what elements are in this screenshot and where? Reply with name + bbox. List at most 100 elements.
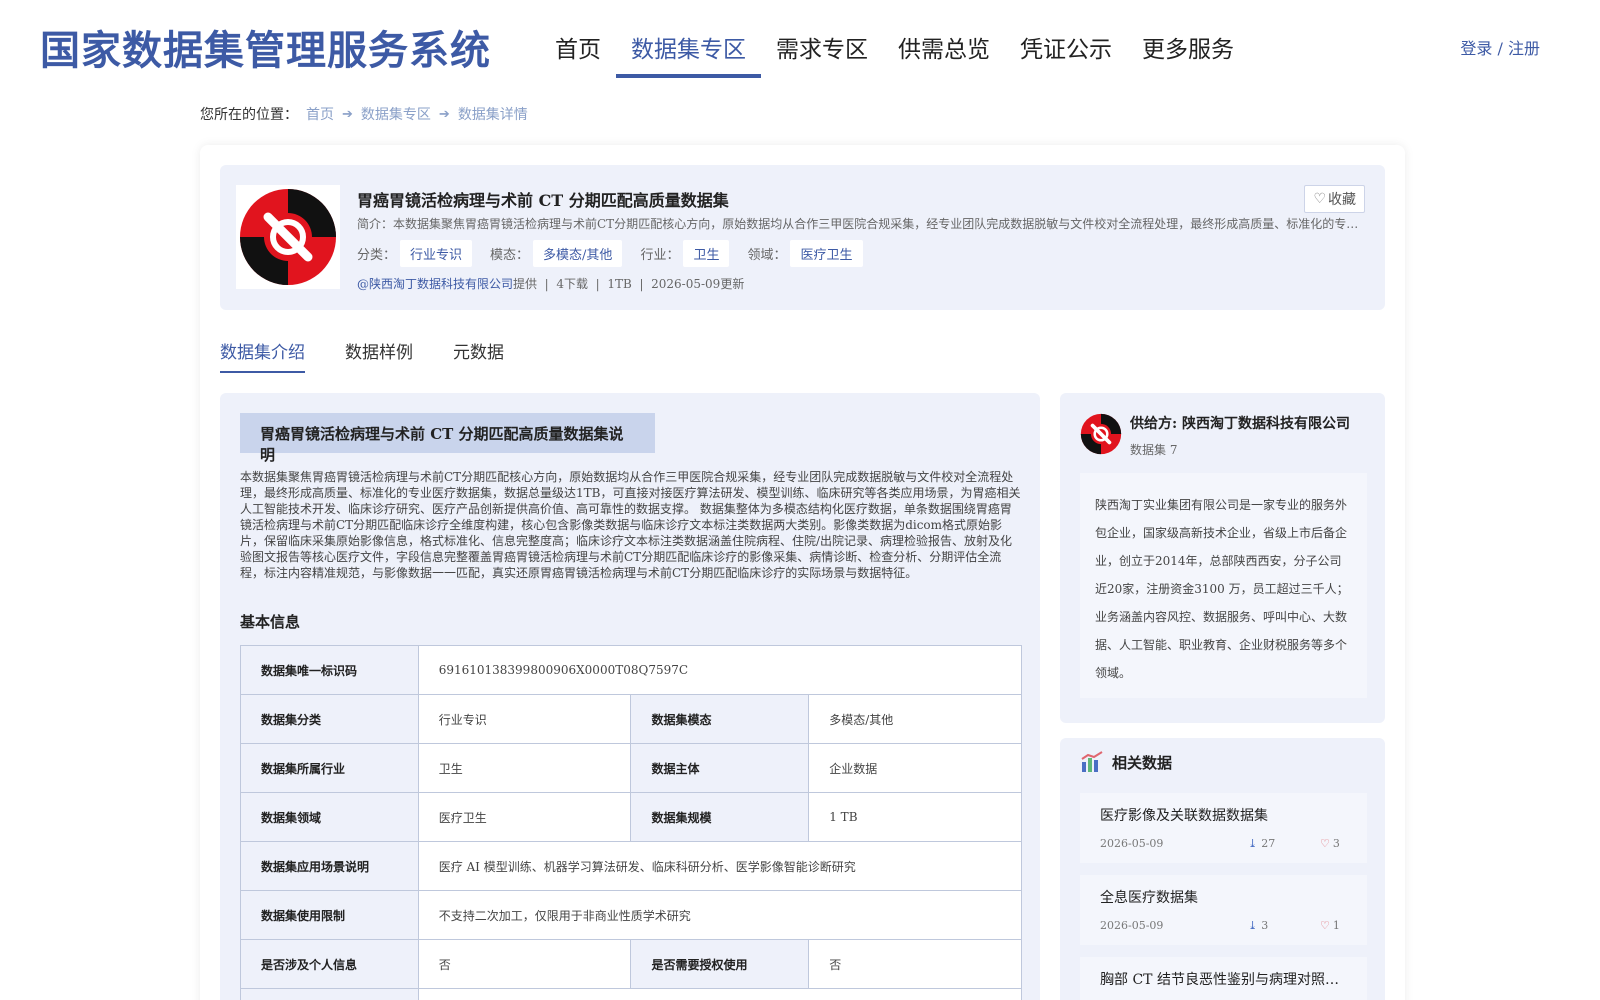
breadcrumb-datasets[interactable]: 数据集专区	[361, 104, 431, 124]
description-body: 本数据集聚焦胃癌胃镜活检病理与术前CT分期匹配核心方向，原始数据均从合作三甲医院…	[240, 470, 1021, 580]
nav-datasets[interactable]: 数据集专区	[616, 22, 761, 78]
related-item-likes[interactable]: ♡ 3	[1320, 837, 1340, 850]
table-value: 多模态/其他	[808, 694, 1022, 744]
table-row: 数据集唯一标识码 691610138399800906X0000T08Q7597…	[240, 645, 1023, 695]
related-item-downloads: ⤓ 27	[1248, 837, 1275, 850]
supplier-card: 供给方: 陕西淘丁数据科技有限公司 数据集 7 陕西淘丁实业集团有限公司是一家专…	[1060, 393, 1385, 723]
provider-logo	[236, 185, 340, 289]
favorite-button[interactable]: ♡ 收藏	[1304, 185, 1365, 213]
list-item[interactable]: 胸部 CT 结节良恶性鉴别与病理对照数据集	[1080, 957, 1367, 1000]
table-value: 否	[417, 939, 632, 989]
bar-chart-icon	[1081, 751, 1103, 772]
dataset-intro: 简介：本数据集聚焦胃癌胃镜活检病理与术前CT分期匹配核心方向，原始数据均从合作三…	[357, 217, 1362, 231]
supplier-logo[interactable]	[1080, 413, 1122, 455]
table-value: 不支持二次加工，仅限用于非商业性质学术研究	[417, 890, 1023, 940]
basic-info-table: 数据集唯一标识码 691610138399800906X0000T08Q7597…	[240, 645, 1023, 1000]
nav-overview[interactable]: 供需总览	[883, 22, 1005, 78]
nav-demands[interactable]: 需求专区	[761, 22, 883, 78]
dataset-summary: 胃癌胃镜活检病理与术前 CT 分期匹配高质量数据集 简介：本数据集聚焦胃癌胃镜活…	[220, 165, 1385, 310]
breadcrumb-home[interactable]: 首页	[306, 104, 334, 124]
updated-date: 2026-05-09更新	[651, 277, 745, 291]
tag-category[interactable]: 行业专识	[400, 240, 473, 267]
breadcrumb: 您所在的位置： 首页 ➔ 数据集专区 ➔ 数据集详情	[200, 104, 528, 124]
heart-icon: ♡	[1320, 837, 1330, 850]
table-key: 数据集规模	[630, 792, 810, 842]
heart-icon: ♡	[1313, 191, 1326, 207]
site-title[interactable]: 国家数据集管理服务系统	[40, 18, 491, 76]
introduction-panel: 胃癌胃镜活检病理与术前 CT 分期匹配高质量数据集说明 本数据集聚焦胃癌胃镜活检…	[220, 393, 1040, 1000]
nav-more-services[interactable]: 更多服务	[1127, 22, 1249, 78]
nav-certificates[interactable]: 凭证公示	[1005, 22, 1127, 78]
dataset-size: 1TB	[607, 277, 632, 291]
breadcrumb-detail: 数据集详情	[457, 107, 528, 123]
table-key	[240, 988, 419, 1000]
table-row	[240, 988, 1023, 1000]
download-count-value: 27	[1261, 837, 1276, 850]
description-heading: 胃癌胃镜活检病理与术前 CT 分期匹配高质量数据集说明	[240, 413, 655, 464]
download-count-value: 3	[1261, 919, 1269, 932]
related-item-name[interactable]: 医疗影像及关联数据数据集	[1100, 805, 1350, 825]
tag-label-domain: 领域：	[747, 248, 787, 263]
like-count-value: 1	[1332, 919, 1340, 932]
table-value: 医疗卫生	[417, 792, 632, 842]
tag-modality[interactable]: 多模态/其他	[533, 240, 623, 267]
arrow-right-icon: ➔	[342, 106, 353, 122]
table-key: 数据集应用场景说明	[240, 841, 419, 891]
detail-tabs: 数据集介绍 数据样例 元数据	[220, 338, 544, 373]
favorite-label: 收藏	[1328, 192, 1356, 208]
related-header: 相关数据	[1080, 750, 1172, 774]
table-key: 数据集分类	[240, 694, 419, 744]
arrow-right-icon: ➔	[438, 106, 450, 122]
tag-industry[interactable]: 卫生	[683, 240, 730, 267]
provider-logo-icon	[240, 189, 336, 285]
table-value: 卫生	[417, 743, 632, 793]
table-row: 数据集领域 医疗卫生 数据集规模 1 TB	[240, 792, 1022, 842]
dataset-tags: 分类： 行业专识 模态： 多模态/其他 行业： 卫生 领域： 医疗卫生	[357, 240, 881, 267]
download-icon: ⤓	[1248, 837, 1258, 850]
tab-samples[interactable]: 数据样例	[345, 338, 413, 373]
tag-label-industry: 行业：	[640, 248, 680, 263]
table-value	[417, 988, 1023, 1000]
table-key: 数据集模态	[630, 694, 810, 744]
download-count: 4下载	[556, 277, 588, 291]
supplier-logo-icon	[1080, 413, 1122, 455]
table-key: 是否需要授权使用	[630, 939, 810, 989]
supplier-name[interactable]: 供给方: 陕西淘丁数据科技有限公司	[1130, 413, 1350, 433]
table-value: 1 TB	[808, 792, 1022, 842]
table-row: 数据集使用限制 不支持二次加工，仅限用于非商业性质学术研究	[240, 890, 1023, 940]
related-item-date: 2026-05-09	[1100, 837, 1164, 850]
table-key: 数据集领域	[240, 792, 419, 842]
basic-info-title: 基本信息	[240, 613, 301, 631]
list-item[interactable]: 医疗影像及关联数据数据集 2026-05-09 ⤓ 27 ♡ 3	[1080, 793, 1367, 863]
related-item-likes[interactable]: ♡ 1	[1320, 919, 1340, 932]
table-row: 是否涉及个人信息 否 是否需要授权使用 否	[240, 939, 1022, 989]
provider-link[interactable]: @陕西淘丁数据科技有限公司	[357, 277, 513, 291]
tag-domain[interactable]: 医疗卫生	[790, 240, 863, 267]
header: 国家数据集管理服务系统 首页 数据集专区 需求专区 供需总览 凭证公示 更多服务…	[0, 0, 1600, 90]
related-item-name[interactable]: 全息医疗数据集	[1100, 887, 1350, 907]
table-value: 企业数据	[808, 743, 1022, 793]
main-nav: 首页 数据集专区 需求专区 供需总览 凭证公示 更多服务	[540, 22, 1249, 78]
table-row: 数据集应用场景说明 医疗 AI 模型训练、机器学习算法研发、临床科研分析、医学影…	[240, 841, 1023, 891]
login-register-link[interactable]: 登录 / 注册	[1460, 35, 1540, 59]
table-row: 数据集所属行业 卫生 数据主体 企业数据	[240, 743, 1022, 793]
dataset-detail-card: 胃癌胃镜活检病理与术前 CT 分期匹配高质量数据集 简介：本数据集聚焦胃癌胃镜活…	[200, 145, 1405, 1000]
tab-metadata[interactable]: 元数据	[453, 338, 504, 373]
table-value: 否	[808, 939, 1022, 989]
related-data-card: 相关数据 医疗影像及关联数据数据集 2026-05-09 ⤓ 27 ♡ 3 全息…	[1060, 738, 1385, 1000]
tag-label-modality: 模态：	[490, 248, 530, 263]
table-row: 数据集分类 行业专识 数据集模态 多模态/其他	[240, 694, 1022, 744]
nav-home[interactable]: 首页	[540, 22, 616, 78]
table-value: 医疗 AI 模型训练、机器学习算法研发、临床科研分析、医学影像智能诊断研究	[417, 841, 1023, 891]
table-key: 数据集所属行业	[240, 743, 419, 793]
related-item-date: 2026-05-09	[1100, 919, 1164, 932]
supplier-dataset-count: 数据集 7	[1130, 443, 1178, 457]
list-item[interactable]: 全息医疗数据集 2026-05-09 ⤓ 3 ♡ 1	[1080, 875, 1367, 945]
tab-introduction[interactable]: 数据集介绍	[220, 338, 305, 373]
table-key: 数据主体	[630, 743, 810, 793]
table-key: 数据集使用限制	[240, 890, 419, 940]
table-value: 行业专识	[417, 694, 632, 744]
table-key: 是否涉及个人信息	[240, 939, 419, 989]
related-item-name[interactable]: 胸部 CT 结节良恶性鉴别与病理对照数据集	[1100, 969, 1350, 989]
dataset-title: 胃癌胃镜活检病理与术前 CT 分期匹配高质量数据集	[357, 191, 729, 210]
